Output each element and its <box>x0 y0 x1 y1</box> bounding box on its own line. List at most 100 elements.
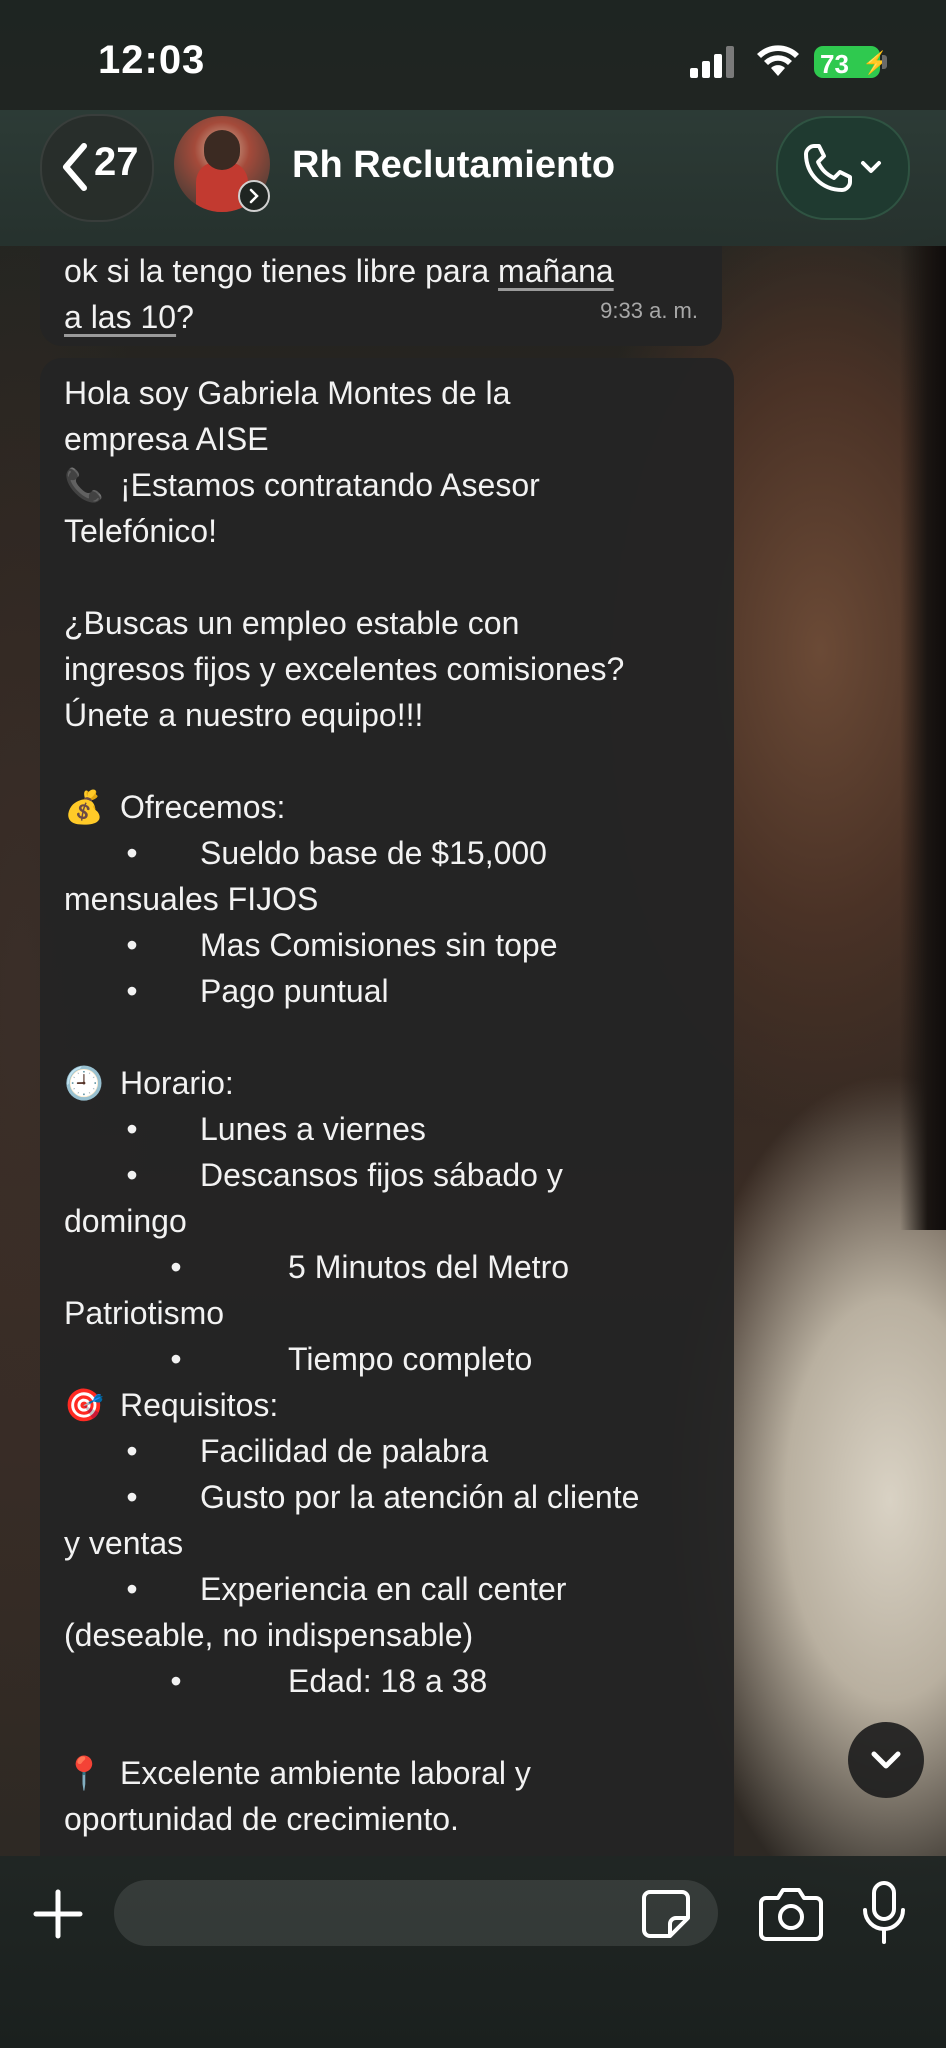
contact-name[interactable]: Rh Reclutamiento <box>292 144 615 187</box>
chevron-left-icon <box>63 143 87 191</box>
message-line: Únete a nuestro equipo!!! <box>64 692 710 738</box>
message-timestamp: 9:33 a. m. <box>600 298 698 323</box>
message-line: • Mas Comisiones sin tope <box>64 922 710 968</box>
message-line: • Gusto por la atención al cliente <box>64 1474 710 1520</box>
message-text: Ofrecemos: <box>120 789 286 825</box>
message-text: Únete a nuestro equipo!!! <box>64 697 424 733</box>
message-line: oportunidad de crecimiento. <box>64 1796 710 1842</box>
chat-header: 27 Rh Reclutamiento <box>0 110 946 246</box>
message-line: • Lunes a viernes <box>64 1106 710 1152</box>
message-text: oportunidad de crecimiento. <box>64 1801 459 1837</box>
message-composer <box>0 1856 946 2048</box>
avatar-head <box>204 130 240 170</box>
list-bullet: • <box>170 1663 182 1699</box>
message-line: (deseable, no indispensable) <box>64 1612 710 1658</box>
emoji-icon: 📞 <box>64 467 104 503</box>
status-indicator-icon[interactable] <box>238 180 270 212</box>
emoji-icon: 🎯 <box>64 1387 104 1423</box>
date-link[interactable]: mañana <box>498 253 614 289</box>
list-bullet: • <box>126 927 138 963</box>
message-text: Lunes a viernes <box>200 1111 426 1147</box>
message-line: • Experiencia en call center <box>64 1566 710 1612</box>
message-line: 📍 Excelente ambiente laboral y <box>64 1750 710 1796</box>
battery-cap <box>882 55 887 69</box>
chevron-right-icon <box>249 188 259 204</box>
message-line: 🕘 Horario: <box>64 1060 710 1106</box>
chevron-down-icon <box>861 161 881 173</box>
status-bar: 12:03 73 ⚡ <box>0 0 946 110</box>
chat-messages[interactable]: ok si la tengo tienes libre para mañana … <box>0 246 946 1856</box>
message-line: • Pago puntual <box>64 968 710 1014</box>
emoji-icon: 💰 <box>64 789 104 825</box>
message-line: mensuales FIJOS <box>64 876 710 922</box>
sticker-icon[interactable] <box>640 1888 692 1940</box>
message-text: domingo <box>64 1203 187 1239</box>
message-line: ¿Buscas un empleo estable con <box>64 600 710 646</box>
message-text: Facilidad de palabra <box>200 1433 489 1469</box>
message-text: Hola soy Gabriela Montes de la <box>64 375 511 411</box>
emoji-icon: 📍 <box>64 1755 104 1791</box>
wifi-icon <box>757 45 799 76</box>
message-text: Excelente ambiente laboral y <box>120 1755 531 1791</box>
message-line: a las 10? <box>64 294 194 340</box>
message-line: ingresos fijos y excelentes comisiones? <box>64 646 710 692</box>
message-line: Hola soy Gabriela Montes de la <box>64 370 710 416</box>
phone-icon <box>804 144 852 192</box>
message-text: Pago puntual <box>200 973 389 1009</box>
message-text: ¿Buscas un empleo estable con <box>64 605 520 641</box>
list-bullet: • <box>170 1249 182 1285</box>
message-line: • 5 Minutos del Metro <box>64 1244 710 1290</box>
message-text: ingresos fijos y excelentes comisiones? <box>64 651 625 687</box>
back-button[interactable]: 27 <box>40 114 154 222</box>
battery-level: 73 <box>820 49 849 79</box>
list-bullet: • <box>126 1111 138 1147</box>
message-bubble[interactable]: ok si la tengo tienes libre para mañana … <box>40 246 722 346</box>
message-line: ok si la tengo tienes libre para mañana <box>64 248 614 294</box>
microphone-icon[interactable] <box>860 1880 908 1946</box>
camera-icon[interactable] <box>758 1884 824 1942</box>
message-text: 5 Minutos del Metro <box>288 1249 570 1285</box>
message-input[interactable] <box>114 1880 718 1946</box>
message-text: Horario: <box>120 1065 234 1101</box>
time-link[interactable]: a las 10 <box>64 299 176 335</box>
message-text: ¡Estamos contratando Asesor <box>120 467 540 503</box>
list-bullet: • <box>126 1479 138 1515</box>
message-line: 🎯 Requisitos: <box>64 1382 710 1428</box>
message-line: domingo <box>64 1198 710 1244</box>
message-line: 💰 Ofrecemos: <box>64 784 710 830</box>
list-bullet: • <box>126 1157 138 1193</box>
unread-count: 27 <box>94 140 139 184</box>
message-text: (deseable, no indispensable) <box>64 1617 474 1653</box>
message-text: ok si la tengo tienes libre para <box>64 253 499 289</box>
message-text: Gusto por la atención al cliente <box>200 1479 640 1515</box>
cellular-signal-icon <box>690 46 734 78</box>
message-text: ? <box>176 299 194 335</box>
list-bullet: • <box>126 1571 138 1607</box>
list-bullet: • <box>126 1433 138 1469</box>
message-line: • Tiempo completo <box>64 1336 710 1382</box>
message-text: mensuales FIJOS <box>64 881 319 917</box>
message-text: Patriotismo <box>64 1295 225 1331</box>
message-line: Telefónico! <box>64 508 710 554</box>
message-text: Descansos fijos sábado y <box>200 1157 563 1193</box>
message-text: empresa AISE <box>64 421 269 457</box>
message-bubble[interactable]: Hola soy Gabriela Montes de la empresa AI… <box>40 358 734 1856</box>
scroll-to-bottom-button[interactable] <box>848 1722 924 1798</box>
message-line: • Descansos fijos sábado y <box>64 1152 710 1198</box>
message-text: y ventas <box>64 1525 184 1561</box>
message-text: Telefónico! <box>64 513 217 549</box>
call-button[interactable] <box>776 116 910 220</box>
message-line: 📞 ¡Estamos contratando Asesor <box>64 462 710 508</box>
message-text: Requisitos: <box>120 1387 279 1423</box>
message-line: y ventas <box>64 1520 710 1566</box>
battery-indicator: 73 ⚡ <box>814 46 889 79</box>
message-text: Sueldo base de $15,000 <box>200 835 547 871</box>
message-line: Patriotismo <box>64 1290 710 1336</box>
message-text: Experiencia en call center <box>200 1571 567 1607</box>
list-bullet: • <box>126 973 138 1009</box>
plus-icon[interactable] <box>30 1886 86 1942</box>
message-text: Tiempo completo <box>288 1341 533 1377</box>
